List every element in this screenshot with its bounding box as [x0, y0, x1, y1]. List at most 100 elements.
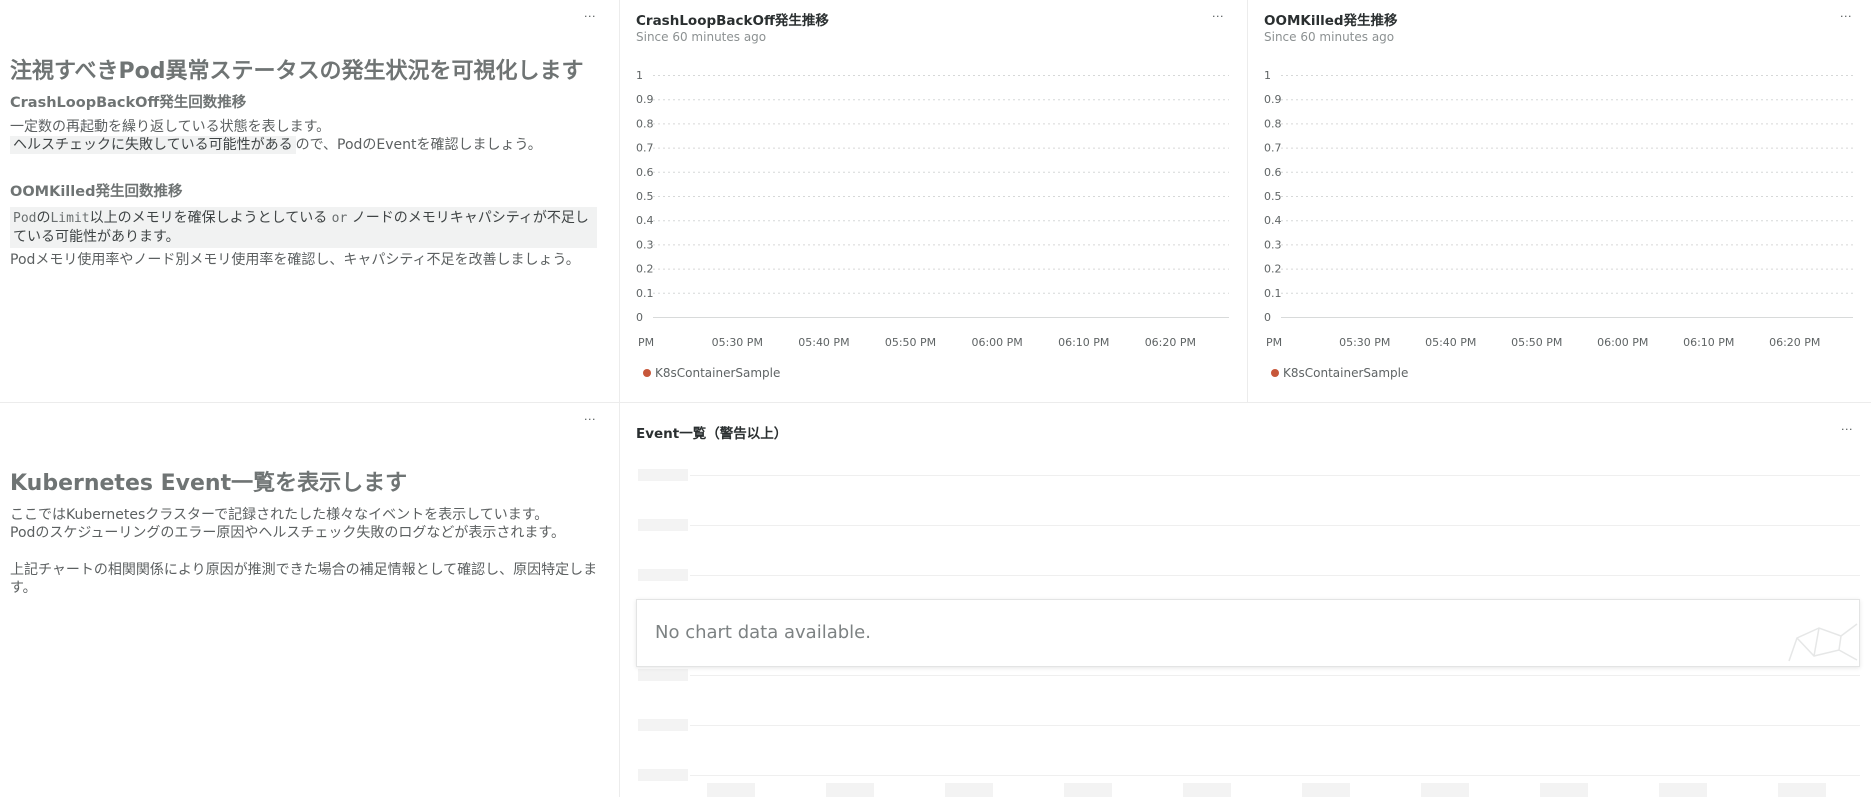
- section-title-oomkilled: OOMKilled発生回数推移: [10, 184, 183, 200]
- y-tick-label: 0.2: [636, 263, 654, 276]
- table-widget-events: Event一覧（警告以上） ··· No chart data availabl…: [620, 403, 1871, 797]
- legend-label: K8sContainerSample: [1283, 366, 1409, 380]
- chart-widget-crashloop: CrashLoopBackOff発生推移 Since 60 minutes ag…: [620, 0, 1247, 402]
- skeleton-row: [638, 769, 688, 781]
- y-tick-label: 0.5: [1264, 190, 1282, 203]
- widget-menu-button[interactable]: ···: [578, 413, 602, 431]
- widget-menu-button[interactable]: ···: [578, 10, 602, 28]
- skeleton-row: [638, 719, 688, 731]
- legend-label: K8sContainerSample: [655, 366, 781, 380]
- skeleton-row: [638, 669, 688, 681]
- chart-widget-oomkilled: OOMKilled発生推移 Since 60 minutes ago ··· 1…: [1248, 0, 1871, 402]
- y-tick-label: 0.8: [636, 117, 654, 130]
- skeleton-bar: [945, 783, 993, 797]
- y-tick-label: 0.6: [636, 166, 654, 179]
- y-tick-label: 0: [636, 311, 643, 324]
- skeleton-bar: [1540, 783, 1588, 797]
- chart-legend[interactable]: K8sContainerSample: [643, 366, 780, 380]
- code-pod: Pod: [13, 211, 37, 226]
- y-tick-label: 0.3: [636, 238, 654, 251]
- events-description-3: 上記チャートの相関関係により原因が推測できた場合の補足情報として確認し、原因特定…: [10, 562, 598, 596]
- y-tick-label: 0.2: [1264, 263, 1282, 276]
- skeleton-row: [638, 569, 688, 581]
- no-data-message: No chart data available.: [655, 622, 871, 643]
- chart-legend[interactable]: K8sContainerSample: [1271, 366, 1408, 380]
- x-tick-label: 06:00 PM: [971, 336, 1022, 349]
- x-tick-label: 05:30 PM: [1339, 336, 1390, 349]
- skeleton-bar: [707, 783, 755, 797]
- y-tick-label: 0.4: [636, 214, 654, 227]
- skeleton-bar: [1778, 783, 1826, 797]
- y-tick-label: 0.1: [636, 287, 654, 300]
- x-tick-label: 06:00 PM: [1597, 336, 1648, 349]
- skeleton-gridline: [690, 475, 1860, 476]
- events-description-2: Podのスケジューリングのエラー原因やヘルスチェック失敗のログなどが表示されます…: [10, 525, 566, 541]
- skeleton-bar: [1659, 783, 1707, 797]
- y-tick-label: 0.3: [1264, 238, 1282, 251]
- ellipsis-icon: ···: [584, 413, 596, 426]
- line-chart-oomkilled: 1 0.9 0.8 0.7 0.6 0.5 0.4 0.3 0.2 0.1 0 PM 05:30 PM 0…: [1264, 69, 1853, 349]
- oomkilled-description: Podメモリ使用率やノード別メモリ使用率を確認し、キャパシティ不足を改善しましょ…: [10, 252, 580, 268]
- code-or: or: [331, 211, 348, 226]
- x-tick-label: 05:40 PM: [1425, 336, 1476, 349]
- y-tick-label: 0.4: [1264, 214, 1282, 227]
- oom-text-2: 以上のメモリを確保しようとしている: [89, 210, 332, 226]
- x-tick-label: 05:30 PM: [712, 336, 763, 349]
- y-tick-label: 0.9: [636, 93, 654, 106]
- line-chart-crashloop: 1 0.9 0.8 0.7 0.6 0.5 0.4 0.3 0.2 0.1 0 PM 05:30 PM 0…: [636, 69, 1229, 349]
- skeleton-gridline: [690, 675, 1860, 676]
- oomkilled-blockquote: PodのLimit以上のメモリを確保しようとしている or ノードのメモリキャパ…: [10, 207, 597, 248]
- markdown-widget-pod-status: ··· 注視すべきPod異常ステータスの発生状況を可視化します CrashLoo…: [0, 0, 619, 402]
- skeleton-bar: [1302, 783, 1350, 797]
- skeleton-bar: [1064, 783, 1112, 797]
- skeleton-gridline: [690, 775, 1860, 776]
- markdown-widget-events: ··· Kubernetes Event一覧を表示します ここではKuberne…: [0, 403, 619, 797]
- dashboard-grid: ··· 注視すべきPod異常ステータスの発生状況を可視化します CrashLoo…: [0, 0, 1871, 797]
- y-tick-label: 1: [1264, 69, 1271, 82]
- crashloop-description: 一定数の再起動を繰り返している状態を表します。 ヘルスチェックに失敗している可能…: [10, 118, 600, 154]
- y-tick-label: 0.1: [1264, 287, 1282, 300]
- legend-swatch: [1271, 369, 1279, 377]
- skeleton-bar: [826, 783, 874, 797]
- table-title: Event一覧（警告以上）: [636, 426, 788, 442]
- skeleton-gridline: [690, 725, 1860, 726]
- widget-menu-button[interactable]: ···: [1835, 423, 1859, 441]
- skeleton-row: [638, 519, 688, 531]
- oom-text-1: の: [36, 210, 51, 226]
- crashloop-highlight: ヘルスチェックに失敗している可能性がある: [10, 136, 296, 154]
- x-tick-label: PM: [1266, 336, 1282, 349]
- events-description-1: ここではKubernetesクラスターで記録されたした様々なイベントを表示してい…: [10, 507, 549, 523]
- x-tick-label: 06:20 PM: [1769, 336, 1820, 349]
- skeleton-gridline: [690, 575, 1860, 576]
- legend-swatch: [643, 369, 651, 377]
- y-tick-label: 0.7: [1264, 142, 1282, 155]
- x-tick-label: 05:40 PM: [798, 336, 849, 349]
- y-tick-label: 0.8: [1264, 117, 1282, 130]
- crashloop-line1: 一定数の再起動を繰り返している状態を表します。: [10, 119, 331, 135]
- x-tick-label: 05:50 PM: [885, 336, 936, 349]
- skeleton-bar: [1183, 783, 1231, 797]
- y-tick-label: 0.7: [636, 142, 654, 155]
- widget-heading: Kubernetes Event一覧を表示します: [10, 471, 408, 496]
- ellipsis-icon: ···: [584, 10, 596, 23]
- x-tick-label: 06:10 PM: [1683, 336, 1734, 349]
- y-tick-label: 0.5: [636, 190, 654, 203]
- code-limit: Limit: [50, 211, 90, 226]
- skeleton-bar: [1421, 783, 1469, 797]
- x-tick-label: 06:20 PM: [1145, 336, 1196, 349]
- no-data-banner: No chart data available.: [636, 599, 1860, 667]
- x-tick-label: 06:10 PM: [1058, 336, 1109, 349]
- y-tick-label: 0.6: [1264, 166, 1282, 179]
- widget-heading: 注視すべきPod異常ステータスの発生状況を可視化します: [10, 59, 584, 84]
- section-title-crashloop: CrashLoopBackOff発生回数推移: [10, 95, 247, 111]
- empty-chart-icon: [1788, 623, 1858, 662]
- y-tick-label: 0.9: [1264, 93, 1282, 106]
- skeleton-gridline: [690, 525, 1860, 526]
- x-tick-label: PM: [638, 336, 654, 349]
- y-tick-label: 0: [1264, 311, 1271, 324]
- crashloop-line2: ので、PodのEventを確認しましょう。: [295, 137, 542, 153]
- y-tick-label: 1: [636, 69, 643, 82]
- skeleton-row: [638, 469, 688, 481]
- x-tick-label: 05:50 PM: [1511, 336, 1562, 349]
- ellipsis-icon: ···: [1841, 423, 1853, 436]
